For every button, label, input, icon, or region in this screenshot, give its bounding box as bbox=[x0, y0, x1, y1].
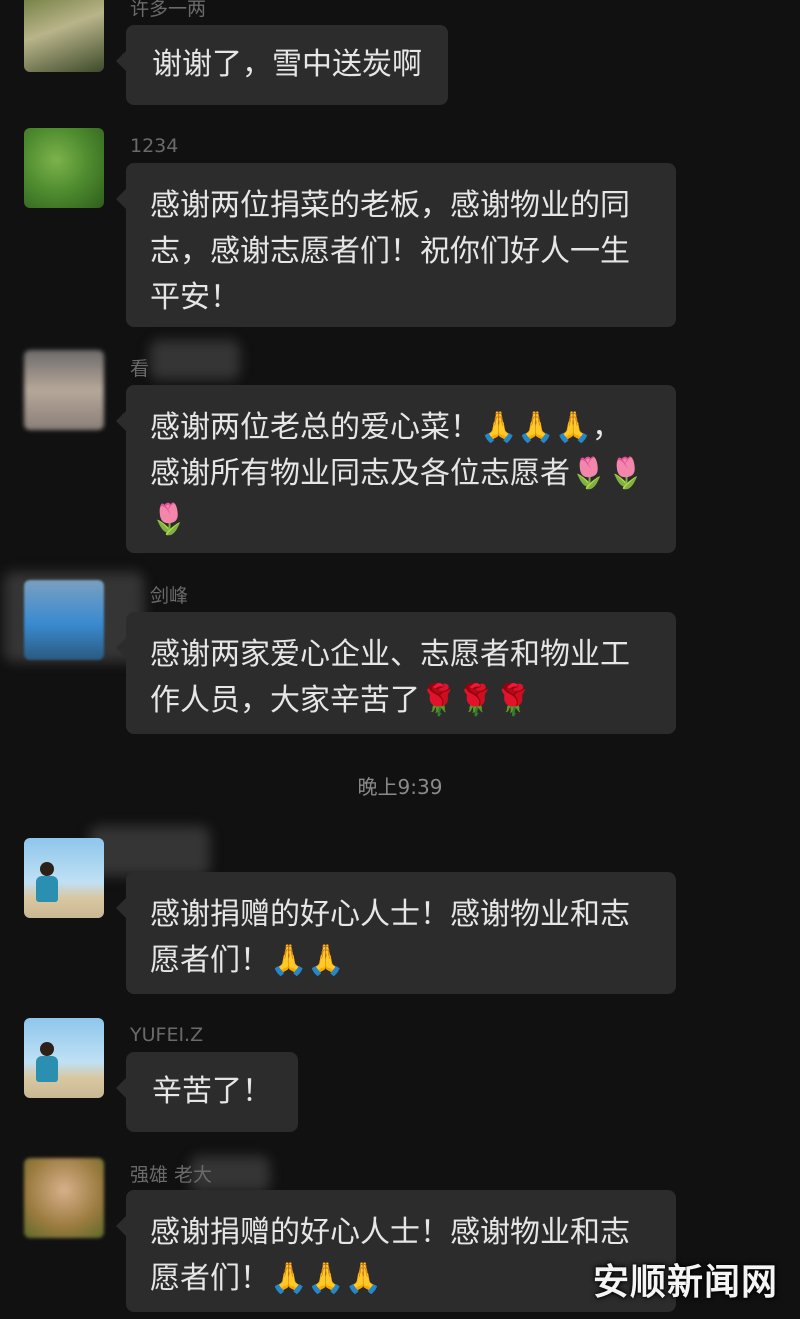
message-bubble[interactable]: 感谢捐赠的好心人士！感谢物业和志愿者们！🙏🙏 bbox=[116, 872, 676, 994]
avatar[interactable] bbox=[24, 128, 104, 208]
avatar[interactable] bbox=[24, 580, 104, 660]
child-figure bbox=[36, 1042, 58, 1082]
blur-mask bbox=[90, 826, 210, 876]
child-figure bbox=[36, 862, 58, 902]
avatar[interactable] bbox=[24, 350, 104, 430]
avatar[interactable] bbox=[24, 0, 104, 72]
sender-name: 许多一两 bbox=[130, 0, 207, 20]
blur-mask bbox=[150, 340, 240, 380]
message-bubble[interactable]: 感谢两家爱心企业、志愿者和物业工作人员，大家辛苦了🌹🌹🌹 bbox=[116, 612, 676, 734]
sender-name: 看 bbox=[130, 358, 150, 380]
avatar[interactable] bbox=[24, 1018, 104, 1098]
sender-name: 剑峰 bbox=[150, 585, 189, 607]
message-bubble[interactable]: 谢谢了，雪中送炭啊 bbox=[116, 25, 448, 105]
sender-name: 强雄 老大 bbox=[130, 1164, 213, 1186]
sender-name: 1234 bbox=[130, 135, 179, 157]
sender-name: YUFEI.Z bbox=[130, 1024, 204, 1046]
watermark-logo: 安顺新闻网 bbox=[592, 1261, 778, 1303]
chat-timestamp: 晚上9:39 bbox=[357, 775, 443, 799]
avatar[interactable] bbox=[24, 838, 104, 918]
avatar[interactable] bbox=[24, 1158, 104, 1238]
message-bubble[interactable]: 感谢两位老总的爱心菜！🙏🙏🙏，感谢所有物业同志及各位志愿者🌷🌷🌷 bbox=[116, 385, 676, 553]
message-bubble[interactable]: 感谢两位捐菜的老板，感谢物业的同志，感谢志愿者们！祝你们好人一生平安！ bbox=[116, 163, 676, 327]
message-bubble[interactable]: 辛苦了！ bbox=[116, 1052, 298, 1132]
